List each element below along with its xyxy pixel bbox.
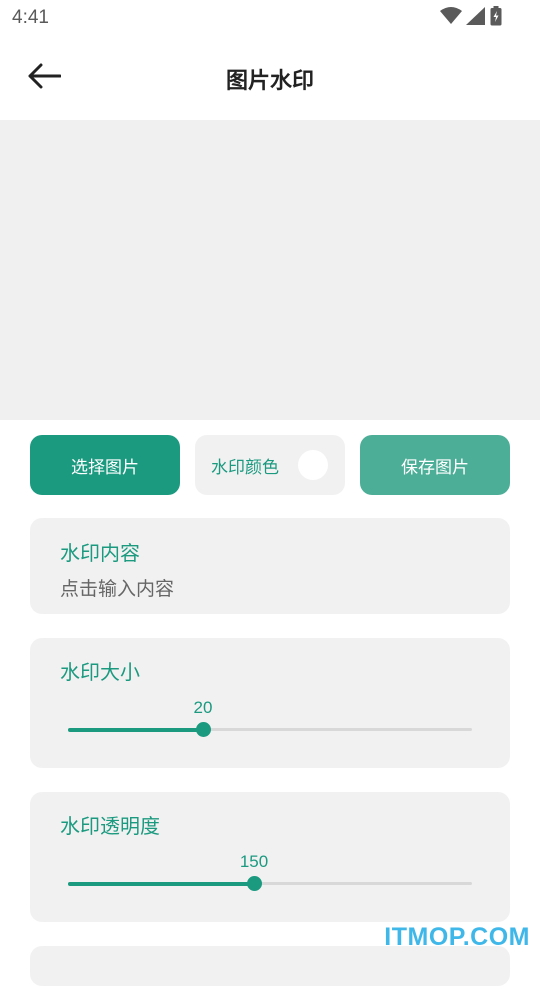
content-input[interactable]: 点击输入内容 <box>60 574 174 601</box>
content-label: 水印内容 <box>60 541 140 565</box>
opacity-value: 150 <box>239 852 269 871</box>
opacity-label: 水印透明度 <box>60 814 160 838</box>
content-card: 水印内容 点击输入内容 <box>30 518 510 614</box>
watermark-color-label: 水印颜色 <box>211 457 279 478</box>
app-bar: 图片水印 <box>0 36 540 120</box>
site-watermark: ITMOP.COM <box>384 923 530 951</box>
size-card: 水印大小 20 <box>30 638 510 768</box>
cell-signal-icon <box>466 7 486 29</box>
status-time: 4:41 <box>12 7 49 28</box>
size-label: 水印大小 <box>60 660 140 684</box>
slider-thumb[interactable] <box>196 722 211 737</box>
color-swatch[interactable] <box>298 450 328 480</box>
select-image-button[interactable]: 选择图片 <box>30 435 180 495</box>
slider-fill <box>68 728 203 732</box>
page-title: 图片水印 <box>225 69 314 94</box>
opacity-slider[interactable]: 150 <box>68 852 472 894</box>
save-image-button[interactable]: 保存图片 <box>360 435 510 495</box>
wifi-icon <box>440 7 462 29</box>
size-slider[interactable]: 20 <box>68 698 472 740</box>
slider-thumb[interactable] <box>247 876 262 891</box>
status-bar: 4:41 <box>0 0 540 36</box>
image-preview[interactable] <box>0 120 540 420</box>
battery-charging-icon <box>490 6 502 30</box>
next-card <box>30 946 510 986</box>
slider-fill <box>68 882 254 886</box>
watermark-color-button[interactable]: 水印颜色 <box>195 435 345 495</box>
opacity-card: 水印透明度 150 <box>30 792 510 922</box>
status-icons <box>440 6 502 30</box>
size-value: 20 <box>193 698 213 717</box>
